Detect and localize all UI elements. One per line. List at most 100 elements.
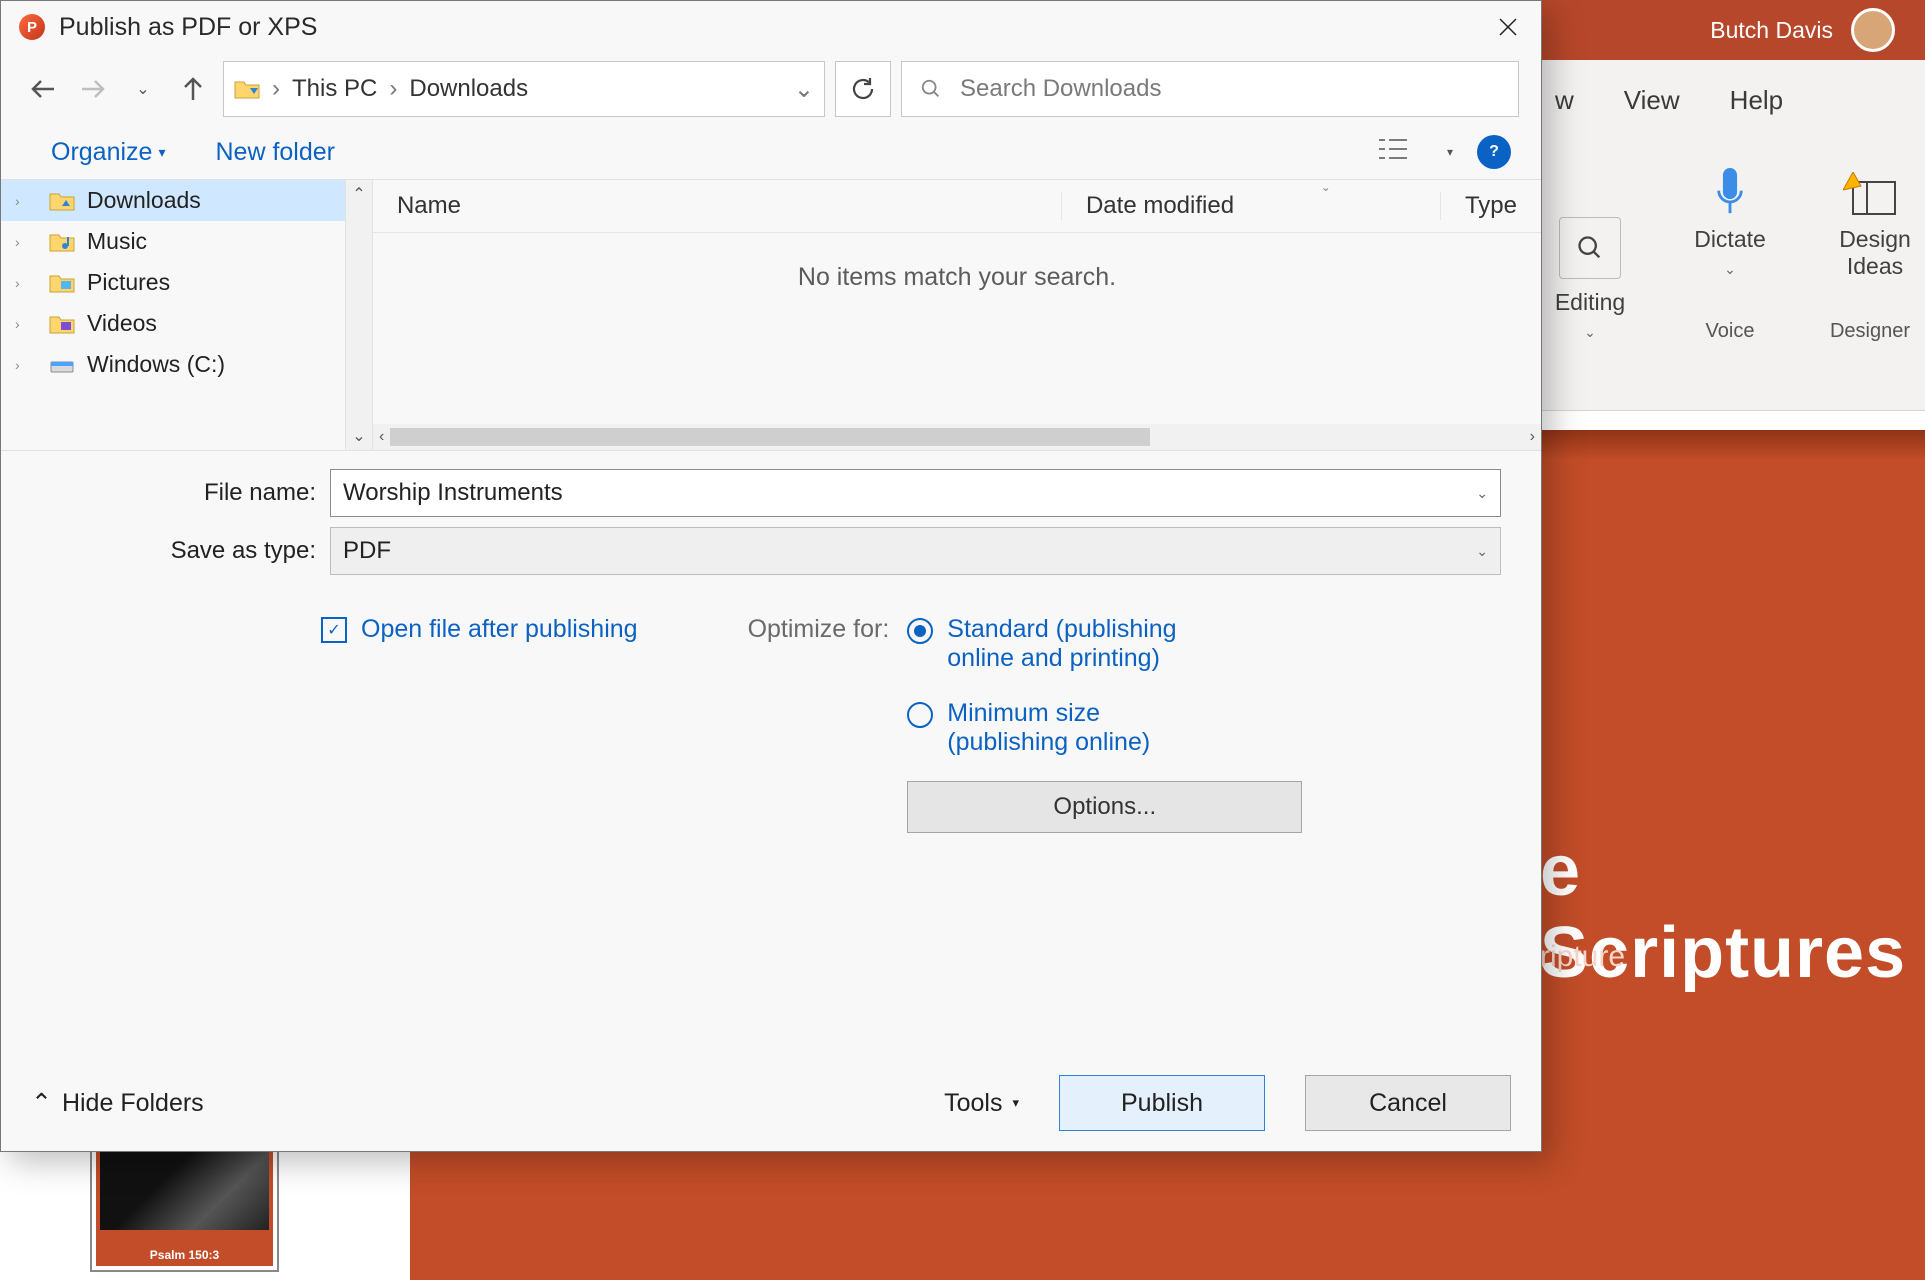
refresh-button[interactable] bbox=[835, 61, 891, 117]
radio-standard-label: Standard (publishing online and printing… bbox=[947, 615, 1207, 673]
new-folder-button[interactable]: New folder bbox=[215, 138, 335, 167]
chevron-right-icon: › bbox=[15, 275, 20, 291]
chevron-right-icon: › bbox=[15, 316, 20, 332]
chevron-right-icon: › bbox=[15, 234, 20, 250]
hide-folders-button[interactable]: ⌃ Hide Folders bbox=[31, 1088, 204, 1118]
tree-label: Windows (C:) bbox=[87, 351, 225, 378]
ribbon-tab-view-partial[interactable]: w bbox=[1555, 85, 1574, 116]
search-icon bbox=[1540, 214, 1640, 279]
tree-item-videos[interactable]: › Videos bbox=[1, 303, 345, 344]
scroll-right-icon[interactable]: › bbox=[1530, 428, 1535, 446]
checkbox-icon: ✓ bbox=[321, 617, 347, 643]
folder-icon bbox=[234, 78, 260, 100]
ribbon-editing[interactable]: Editing ⌄ bbox=[1540, 214, 1640, 343]
slide-subtitle: ripture bbox=[1540, 940, 1625, 974]
scrollbar-thumb[interactable] bbox=[390, 428, 1150, 446]
design-icon bbox=[1820, 151, 1920, 216]
nav-up-button[interactable] bbox=[173, 69, 213, 109]
column-name[interactable]: Name bbox=[373, 192, 1061, 220]
chevron-down-icon: ▾ bbox=[1012, 1095, 1019, 1111]
ribbon-dictate[interactable]: Dictate ⌄ Voice bbox=[1680, 151, 1780, 343]
breadcrumb-downloads[interactable]: Downloads bbox=[409, 75, 528, 103]
chevron-right-icon: › bbox=[15, 193, 20, 209]
close-button[interactable] bbox=[1493, 12, 1523, 42]
user-name: Butch Davis bbox=[1710, 17, 1833, 44]
chevron-down-icon[interactable]: ⌄ bbox=[1476, 485, 1488, 502]
empty-message: No items match your search. bbox=[373, 233, 1541, 424]
radio-minimum[interactable]: Minimum size (publishing online) bbox=[907, 699, 1207, 757]
ribbon-tab-view[interactable]: View bbox=[1624, 85, 1680, 116]
open-after-label: Open file after publishing bbox=[361, 615, 638, 644]
hide-folders-label: Hide Folders bbox=[62, 1089, 204, 1118]
tree-label: Pictures bbox=[87, 269, 170, 296]
cancel-button[interactable]: Cancel bbox=[1305, 1075, 1511, 1131]
scroll-left-icon[interactable]: ‹ bbox=[379, 428, 384, 446]
folder-tree[interactable]: › Downloads › Music › Pictures › Videos › Win… bbox=[1, 180, 346, 450]
chevron-down-icon: ⌄ bbox=[1724, 261, 1736, 277]
tree-item-cdrive[interactable]: › Windows (C:) bbox=[1, 344, 345, 385]
folder-icon bbox=[49, 190, 75, 212]
chevron-up-icon: ⌃ bbox=[31, 1088, 52, 1118]
user-avatar[interactable] bbox=[1851, 8, 1895, 52]
radio-standard[interactable]: Standard (publishing online and printing… bbox=[907, 615, 1207, 673]
thumbnail-image bbox=[100, 1140, 269, 1230]
folder-icon bbox=[49, 272, 75, 294]
tools-menu[interactable]: Tools ▾ bbox=[944, 1089, 1019, 1118]
savetype-label: Save as type: bbox=[41, 537, 330, 565]
chevron-down-icon[interactable]: ⌄ bbox=[794, 75, 814, 104]
address-bar[interactable]: › This PC › Downloads ⌄ bbox=[223, 61, 825, 117]
chevron-down-icon: ⌄ bbox=[1584, 324, 1596, 340]
tree-item-downloads[interactable]: › Downloads bbox=[1, 180, 345, 221]
mic-icon bbox=[1680, 151, 1780, 216]
ribbon-group-voice: Voice bbox=[1680, 320, 1780, 343]
tree-item-pictures[interactable]: › Pictures bbox=[1, 262, 345, 303]
search-icon bbox=[920, 78, 942, 100]
search-placeholder: Search Downloads bbox=[960, 75, 1161, 103]
help-button[interactable]: ? bbox=[1477, 135, 1511, 169]
optimize-label: Optimize for: bbox=[748, 615, 890, 833]
radio-icon bbox=[907, 618, 933, 644]
options-button[interactable]: Options... bbox=[907, 781, 1302, 833]
ribbon-group-designer: Designer bbox=[1820, 320, 1920, 343]
sort-icon: ⌄ bbox=[1321, 180, 1331, 194]
file-list: Name Date modified ⌄ Type No items match… bbox=[373, 180, 1541, 450]
radio-minimum-label: Minimum size (publishing online) bbox=[947, 699, 1207, 757]
column-date[interactable]: Date modified ⌄ bbox=[1061, 192, 1440, 220]
nav-forward-button bbox=[73, 69, 113, 109]
folder-icon bbox=[49, 231, 75, 253]
dialog-title: Publish as PDF or XPS bbox=[59, 13, 317, 42]
chevron-right-icon: › bbox=[272, 75, 280, 103]
nav-back-button[interactable] bbox=[23, 69, 63, 109]
chevron-down-icon[interactable]: ⌄ bbox=[1476, 543, 1488, 560]
ribbon-tab-help[interactable]: Help bbox=[1730, 85, 1783, 116]
drive-icon bbox=[49, 354, 75, 376]
chevron-down-icon[interactable]: ▾ bbox=[1447, 145, 1453, 159]
tree-label: Videos bbox=[87, 310, 157, 337]
breadcrumb-thispc[interactable]: This PC bbox=[292, 75, 377, 103]
view-mode-button[interactable] bbox=[1377, 135, 1423, 169]
chevron-right-icon: › bbox=[15, 357, 20, 373]
scroll-down-icon[interactable]: ⌄ bbox=[346, 422, 372, 450]
tree-scrollbar[interactable]: ⌃ ⌄ bbox=[346, 180, 373, 450]
column-type[interactable]: Type bbox=[1440, 192, 1541, 220]
tree-item-music[interactable]: › Music bbox=[1, 221, 345, 262]
nav-recent-button[interactable]: ⌄ bbox=[123, 69, 163, 109]
publish-dialog: P Publish as PDF or XPS ⌄ › This PC › Do… bbox=[0, 0, 1542, 1152]
chevron-right-icon: › bbox=[389, 75, 397, 103]
scroll-up-icon[interactable]: ⌃ bbox=[346, 180, 372, 208]
tree-label: Downloads bbox=[87, 187, 201, 214]
savetype-select[interactable]: PDF ⌄ bbox=[330, 527, 1501, 575]
powerpoint-icon: P bbox=[19, 14, 45, 40]
radio-icon bbox=[907, 702, 933, 728]
chevron-down-icon: ▾ bbox=[158, 144, 165, 161]
filename-input[interactable]: Worship Instruments ⌄ bbox=[330, 469, 1501, 517]
organize-menu[interactable]: Organize▾ bbox=[51, 138, 165, 167]
list-hscroll[interactable]: ‹ › bbox=[373, 424, 1541, 450]
open-after-checkbox[interactable]: ✓ Open file after publishing bbox=[321, 615, 638, 644]
ribbon-design-ideas[interactable]: Design Ideas Designer bbox=[1820, 151, 1920, 343]
folder-icon bbox=[49, 313, 75, 335]
search-input[interactable]: Search Downloads bbox=[901, 61, 1519, 117]
tree-label: Music bbox=[87, 228, 147, 255]
filename-value: Worship Instruments bbox=[343, 479, 563, 507]
publish-button[interactable]: Publish bbox=[1059, 1075, 1265, 1131]
